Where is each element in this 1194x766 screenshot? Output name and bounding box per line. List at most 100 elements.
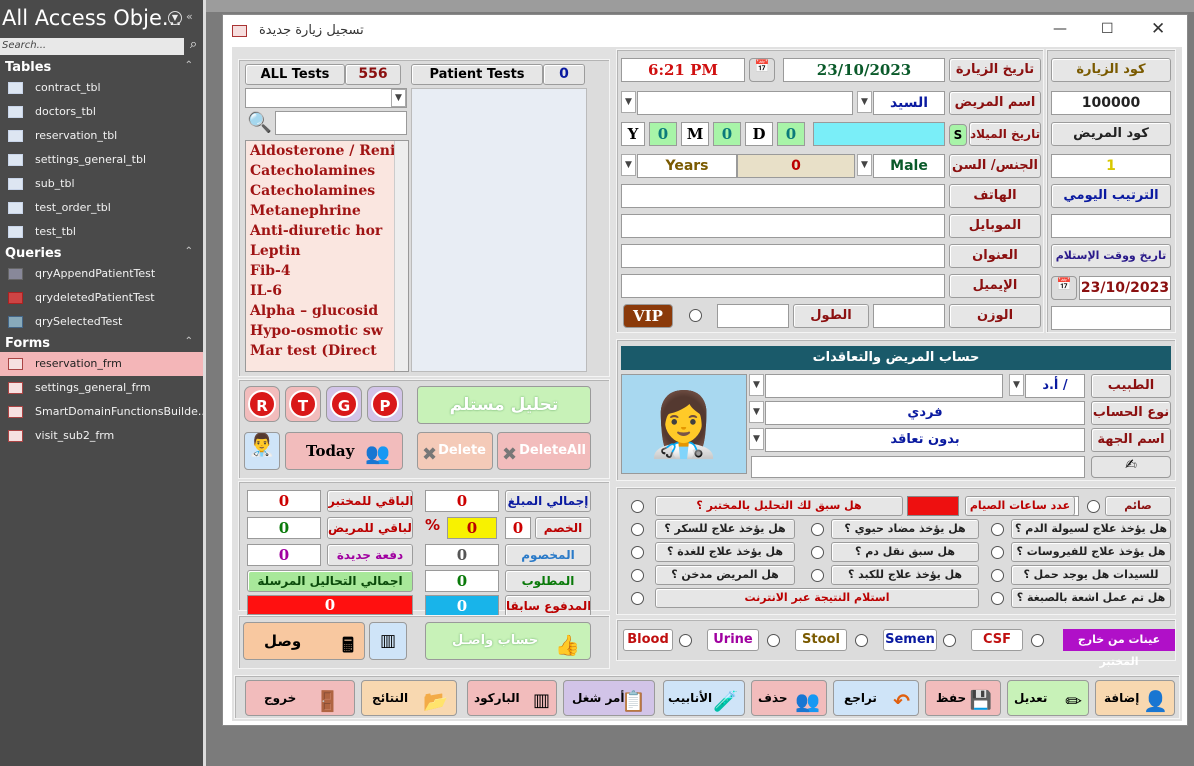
total-value[interactable]: 0 [425, 490, 499, 512]
months-input[interactable]: 0 [713, 122, 741, 146]
phone-input[interactable] [621, 184, 945, 208]
undo-button[interactable]: تراجع ↶ [833, 680, 919, 716]
visit-date[interactable]: 23/10/2023 [783, 58, 945, 82]
question-radio[interactable] [631, 569, 644, 582]
chevron-down-icon[interactable]: ▼ [749, 428, 764, 450]
tests-search-input[interactable] [275, 111, 407, 135]
delete-button[interactable]: ✖ Delete [417, 432, 493, 470]
account-received-button[interactable]: حساب واصـل 👍 [425, 622, 591, 660]
address-input[interactable] [621, 244, 945, 268]
receipt-button[interactable]: وصل 🖩 [243, 622, 365, 660]
chevron-down-icon[interactable]: ▼ [621, 91, 636, 113]
chevron-down-icon[interactable]: ▼ [749, 401, 764, 423]
edit-signature-button[interactable]: ✍ [1091, 456, 1171, 478]
doctor-avatar-button[interactable]: 👨‍⚕ [244, 432, 280, 470]
question-radio[interactable] [811, 523, 824, 536]
list-item[interactable]: Hypo-osmotic sw [250, 321, 394, 341]
add-button[interactable]: إضافة 👤 [1095, 680, 1175, 716]
entity-select[interactable]: بدون تعاقد [765, 428, 1085, 452]
all-tests-list[interactable]: Aldosterone / Reni Catecholamines Catech… [245, 140, 409, 372]
question-radio[interactable] [991, 569, 1004, 582]
list-item[interactable]: Fib-4 [250, 261, 394, 281]
nav-item-table[interactable]: test_order_tbl [0, 196, 203, 220]
nav-item-table[interactable]: doctors_tbl [0, 100, 203, 124]
nav-item-query[interactable]: qrySelectedTest [0, 310, 203, 334]
chevron-down-icon[interactable]: ▼ [621, 154, 636, 176]
chevron-down-icon[interactable]: ▼ [857, 91, 872, 113]
nav-section-forms[interactable]: Forms ⌃ [0, 334, 203, 354]
stool-radio[interactable] [855, 634, 868, 647]
patient-remaining-value[interactable]: 0 [247, 517, 321, 539]
chevron-down-icon[interactable]: ▼ [391, 89, 406, 107]
question-radio[interactable] [811, 569, 824, 582]
patient-title-select[interactable]: السيد [873, 91, 945, 115]
barcode-button[interactable]: الباركود ▥ [467, 680, 557, 716]
weight-input[interactable] [873, 304, 945, 328]
nav-collapse-icon[interactable]: « [186, 10, 193, 23]
nav-item-form[interactable]: SmartDomainFunctionsBuilde... [0, 400, 208, 424]
t-button[interactable]: T [285, 386, 321, 422]
chevron-down-icon[interactable]: ▼ [1009, 374, 1024, 396]
fasting-hours-value[interactable] [907, 496, 959, 516]
receive-calendar-button[interactable]: 📅 [1051, 276, 1077, 300]
online-result-radio[interactable] [631, 592, 644, 605]
tubes-button[interactable]: الأنابيب 🧪 [663, 680, 745, 716]
nav-item-table[interactable]: reservation_tbl [0, 124, 203, 148]
search-icon[interactable]: ⌕ [185, 37, 202, 55]
tests-filter-select[interactable] [245, 88, 407, 108]
list-item[interactable]: Alpha – glucosid [250, 301, 394, 321]
nav-item-table[interactable]: settings_general_tbl [0, 148, 203, 172]
chevron-down-icon[interactable]: ▼ [857, 154, 872, 176]
days-input[interactable]: 0 [777, 122, 805, 146]
question-radio[interactable] [991, 546, 1004, 559]
gender-select[interactable]: Male [873, 154, 945, 178]
prev-test-radio[interactable] [631, 500, 644, 513]
blood-radio[interactable] [679, 634, 692, 647]
mobile-input[interactable] [621, 214, 945, 238]
vip-radio[interactable] [689, 309, 702, 322]
urine-radio[interactable] [767, 634, 780, 647]
received-test-button[interactable]: تحليل مستلم [417, 386, 591, 424]
delete-all-button[interactable]: ✖ DeleteAll [497, 432, 591, 470]
years-input[interactable]: 0 [649, 122, 677, 146]
patient-name-input[interactable] [637, 91, 853, 115]
r-button[interactable]: R [244, 386, 280, 422]
nav-section-tables[interactable]: Tables ⌃ [0, 58, 203, 78]
visit-time[interactable]: 6:21 PM [621, 58, 745, 82]
nav-item-table[interactable]: contract_tbl [0, 76, 203, 100]
list-item[interactable]: Aldosterone / Reni [250, 141, 394, 161]
save-button[interactable]: حفظ 💾 [925, 680, 1001, 716]
p-button[interactable]: P [367, 386, 403, 422]
nav-item-query[interactable]: qrydeletedPatientTest [0, 286, 203, 310]
nav-search-input[interactable]: Search... [0, 38, 184, 55]
age-unit-select[interactable]: Years [637, 154, 737, 178]
question-radio[interactable] [811, 546, 824, 559]
nav-item-query[interactable]: qryAppendPatientTest [0, 262, 203, 286]
new-payment-input[interactable]: 0 [247, 544, 321, 566]
question-radio[interactable] [631, 523, 644, 536]
email-input[interactable] [621, 274, 945, 298]
list-item[interactable]: Catecholamines [250, 161, 394, 181]
receive-date-value[interactable]: 23/10/2023 [1079, 276, 1171, 300]
dye-xray-radio[interactable] [991, 592, 1004, 605]
height-input[interactable] [717, 304, 789, 328]
list-item[interactable]: Mar test (Direct [250, 341, 394, 361]
magnifier-icon[interactable]: 🔍 [247, 110, 272, 134]
notes-input[interactable] [751, 456, 1085, 478]
question-radio[interactable] [631, 546, 644, 559]
g-button[interactable]: G [326, 386, 362, 422]
lab-remaining-value[interactable]: 0 [247, 490, 321, 512]
exit-button[interactable]: خروج 🚪 [245, 680, 355, 716]
patient-tests-list[interactable] [411, 88, 587, 372]
list-item[interactable]: IL-6 [250, 281, 394, 301]
work-order-button[interactable]: أمر شغل 📋 [563, 680, 655, 716]
discount-input[interactable]: 0 [505, 517, 531, 539]
today-button[interactable]: Today 👥 [285, 432, 403, 470]
semen-radio[interactable] [943, 634, 956, 647]
receive-time-input[interactable] [1051, 214, 1171, 238]
nav-title[interactable]: All Access Obje... [2, 6, 182, 30]
list-item[interactable]: Anti-diuretic hor [250, 221, 394, 241]
nav-item-table[interactable]: test_tbl [0, 220, 203, 244]
doctor-title-select[interactable]: أ.د / [1025, 374, 1085, 398]
chevron-down-icon[interactable]: ▼ [749, 374, 764, 396]
